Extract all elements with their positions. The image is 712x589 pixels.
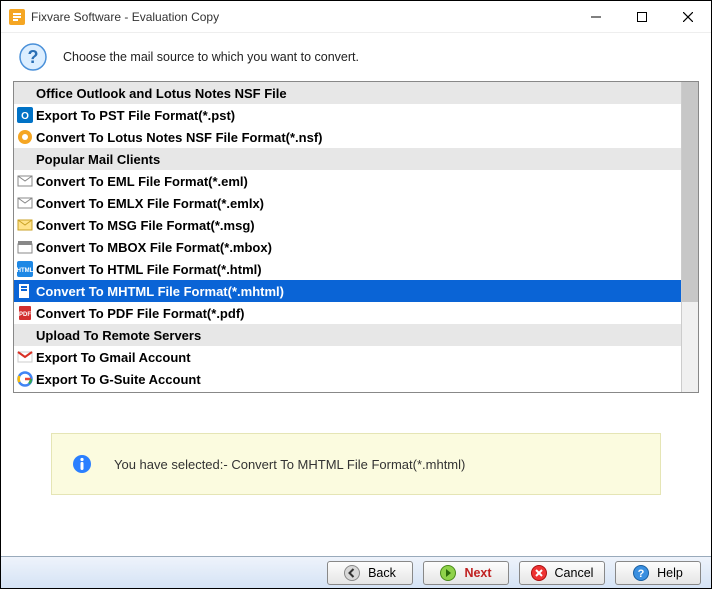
footer: Back Next Cancel ? Help bbox=[1, 556, 711, 588]
window-controls bbox=[573, 1, 711, 32]
list-item-label: Convert To MSG File Format(*.msg) bbox=[36, 218, 255, 233]
list-item[interactable]: HTMLConvert To HTML File Format(*.html) bbox=[14, 258, 681, 280]
back-icon bbox=[344, 565, 360, 581]
nsf-icon bbox=[17, 129, 33, 145]
list-item-label: Export To Gmail Account bbox=[36, 350, 191, 365]
list-item[interactable]: Convert To EML File Format(*.eml) bbox=[14, 170, 681, 192]
info-box: You have selected:- Convert To MHTML Fil… bbox=[51, 433, 661, 495]
help-icon: ? bbox=[633, 565, 649, 581]
svg-text:?: ? bbox=[28, 47, 39, 67]
gsuite-icon bbox=[17, 371, 33, 387]
gmail-icon bbox=[17, 349, 33, 365]
svg-text:?: ? bbox=[638, 568, 645, 580]
header: ? Choose the mail source to which you wa… bbox=[1, 33, 711, 81]
html-icon: HTML bbox=[17, 261, 33, 277]
svg-text:HTML: HTML bbox=[17, 268, 33, 274]
list-item-label: Export To PST File Format(*.pst) bbox=[36, 108, 235, 123]
list-item[interactable]: Export To G-Suite Account bbox=[14, 368, 681, 390]
cancel-label: Cancel bbox=[555, 566, 594, 580]
outlook-icon: O bbox=[17, 107, 33, 123]
info-message: You have selected:- Convert To MHTML Fil… bbox=[114, 457, 465, 472]
list-section-header: Popular Mail Clients bbox=[14, 148, 681, 170]
list-item-label: Convert To MHTML File Format(*.mhtml) bbox=[36, 284, 284, 299]
eml-icon bbox=[17, 173, 33, 189]
list-item[interactable]: Convert To EMLX File Format(*.emlx) bbox=[14, 192, 681, 214]
scrollbar[interactable] bbox=[681, 82, 698, 392]
list-item[interactable]: Convert To MSG File Format(*.msg) bbox=[14, 214, 681, 236]
msg-icon bbox=[17, 217, 33, 233]
section-header-label: Popular Mail Clients bbox=[36, 152, 160, 167]
back-button[interactable]: Back bbox=[327, 561, 413, 585]
list-section-header: Office Outlook and Lotus Notes NSF File bbox=[14, 82, 681, 104]
maximize-button[interactable] bbox=[619, 1, 665, 33]
cancel-icon bbox=[531, 565, 547, 581]
question-icon: ? bbox=[19, 43, 47, 71]
list-item-label: Convert To EML File Format(*.eml) bbox=[36, 174, 248, 189]
list-item-label: Convert To MBOX File Format(*.mbox) bbox=[36, 240, 272, 255]
list-item[interactable]: Convert To MBOX File Format(*.mbox) bbox=[14, 236, 681, 258]
help-button[interactable]: ? Help bbox=[615, 561, 701, 585]
list-section-header: Upload To Remote Servers bbox=[14, 324, 681, 346]
svg-text:PDF: PDF bbox=[19, 312, 31, 318]
list-item-label: Convert To Lotus Notes NSF File Format(*… bbox=[36, 130, 323, 145]
list-item-label: Convert To PDF File Format(*.pdf) bbox=[36, 306, 244, 321]
cancel-button[interactable]: Cancel bbox=[519, 561, 605, 585]
mbox-icon bbox=[17, 239, 33, 255]
next-icon bbox=[440, 565, 456, 581]
list-item[interactable]: Export To Gmail Account bbox=[14, 346, 681, 368]
app-icon bbox=[9, 9, 25, 25]
list-item[interactable]: Convert To MHTML File Format(*.mhtml) bbox=[14, 280, 681, 302]
section-header-label: Upload To Remote Servers bbox=[36, 328, 201, 343]
list-item-label: Convert To HTML File Format(*.html) bbox=[36, 262, 262, 277]
list-item-label: Convert To EMLX File Format(*.emlx) bbox=[36, 196, 264, 211]
back-label: Back bbox=[368, 566, 396, 580]
list-item[interactable]: PDF Convert To PDF File Format(*.pdf) bbox=[14, 302, 681, 324]
minimize-button[interactable] bbox=[573, 1, 619, 33]
close-button[interactable] bbox=[665, 1, 711, 33]
list-item[interactable]: O Export To PST File Format(*.pst) bbox=[14, 104, 681, 126]
list-item[interactable]: Convert To Lotus Notes NSF File Format(*… bbox=[14, 126, 681, 148]
header-prompt: Choose the mail source to which you want… bbox=[63, 50, 359, 64]
titlebar: Fixvare Software - Evaluation Copy bbox=[1, 1, 711, 33]
section-header-label: Office Outlook and Lotus Notes NSF File bbox=[36, 86, 287, 101]
format-list: Office Outlook and Lotus Notes NSF File O… bbox=[13, 81, 699, 393]
list-item-label: Export To G-Suite Account bbox=[36, 372, 201, 387]
next-button[interactable]: Next bbox=[423, 561, 509, 585]
help-label: Help bbox=[657, 566, 683, 580]
next-label: Next bbox=[464, 566, 491, 580]
mhtml-icon bbox=[17, 283, 33, 299]
window-title: Fixvare Software - Evaluation Copy bbox=[31, 10, 573, 24]
info-icon bbox=[72, 454, 92, 474]
pdf-icon: PDF bbox=[17, 305, 33, 321]
scrollbar-thumb[interactable] bbox=[682, 82, 698, 302]
emlx-icon bbox=[17, 195, 33, 211]
svg-text:O: O bbox=[21, 111, 29, 122]
